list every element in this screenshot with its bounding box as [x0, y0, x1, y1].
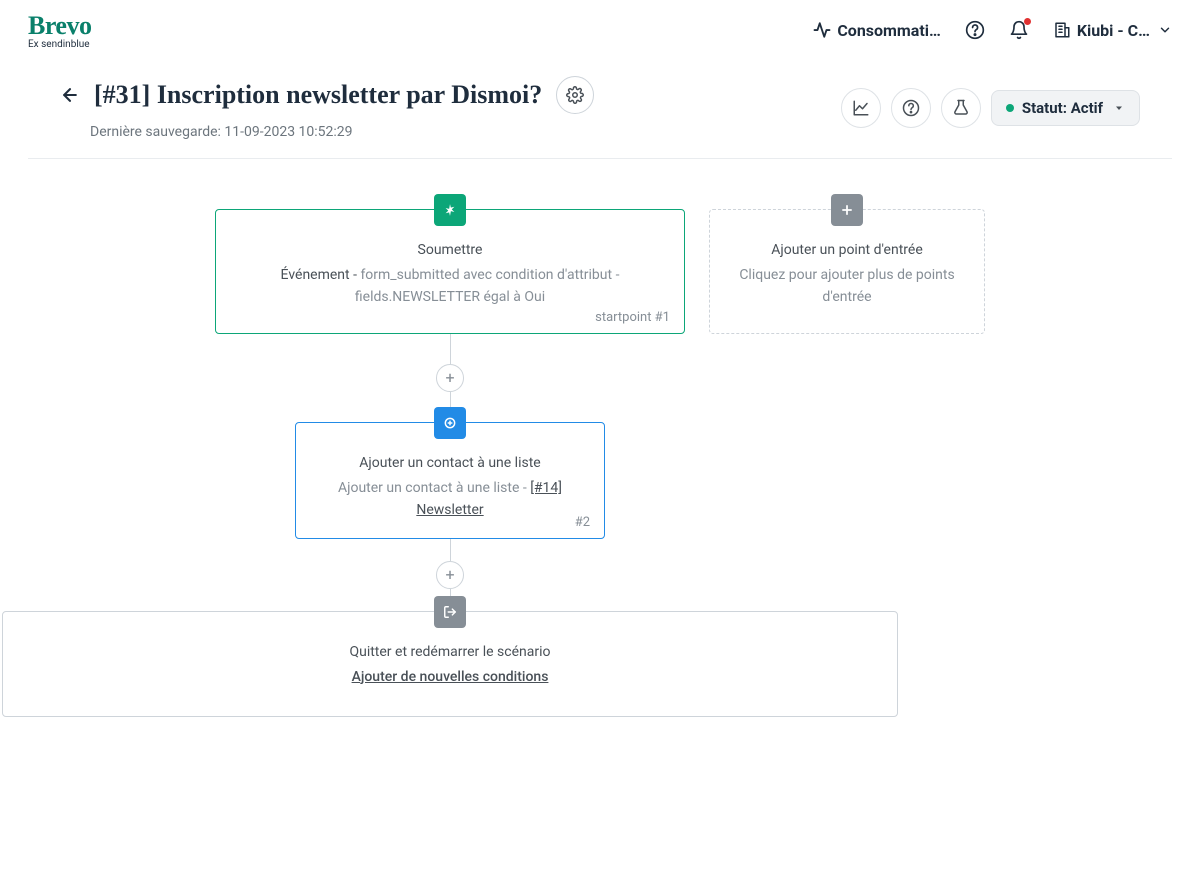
exit-node[interactable]: Quitter et redémarrer le scénario Ajoute… — [2, 611, 898, 717]
add-conditions-link[interactable]: Ajouter de nouvelles conditions — [352, 669, 549, 685]
node-title: Quitter et redémarrer le scénario — [23, 644, 877, 660]
add-step-button[interactable]: + — [436, 561, 464, 589]
back-button[interactable] — [60, 85, 80, 105]
page-title: [#31] Inscription newsletter par Dismoi? — [94, 80, 542, 110]
node-link-row: Ajouter de nouvelles conditions — [23, 666, 877, 688]
test-button[interactable] — [941, 88, 981, 128]
settings-button[interactable] — [556, 76, 594, 114]
asterisk-icon — [434, 194, 466, 226]
automation-canvas: Soumettre Événement - form_submitted ave… — [0, 159, 1200, 767]
connector: + — [0, 539, 1168, 611]
plus-circle-icon — [434, 407, 466, 439]
top-bar: Brevo Ex sendinblue Consommati… Kiubi - … — [0, 0, 1200, 56]
top-bar-right: Consommati… Kiubi - C… — [813, 20, 1172, 40]
add-entrypoint-node[interactable]: Ajouter un point d'entrée Cliquez pour a… — [709, 209, 985, 334]
brand-tagline: Ex sendinblue — [28, 39, 91, 50]
notification-dot — [1024, 18, 1031, 25]
node-title: Soumettre — [236, 242, 664, 258]
startpoint-node[interactable]: Soumettre Événement - form_submitted ave… — [215, 209, 685, 334]
exit-icon — [434, 596, 466, 628]
help-button[interactable] — [891, 88, 931, 128]
status-dropdown[interactable]: Statut: Actif — [991, 90, 1140, 126]
node-tag: startpoint #1 — [595, 310, 670, 325]
last-save-label: Dernière sauvegarde: 11-09-2023 10:52:29 — [90, 124, 594, 140]
pulse-icon — [813, 21, 831, 39]
notifications-icon[interactable] — [1009, 20, 1029, 40]
node-tag: #2 — [575, 515, 590, 530]
brand-logo[interactable]: Brevo Ex sendinblue — [28, 11, 91, 50]
add-contact-node[interactable]: Ajouter un contact à une liste Ajouter u… — [295, 422, 605, 539]
org-label: Kiubi - C… — [1077, 21, 1150, 40]
org-switcher[interactable]: Kiubi - C… — [1053, 21, 1172, 40]
add-step-button[interactable]: + — [436, 364, 464, 392]
node-description: Événement - form_submitted avec conditio… — [236, 264, 664, 309]
building-icon — [1053, 21, 1071, 39]
node-title: Ajouter un contact à une liste — [316, 455, 584, 471]
chevron-down-icon — [1158, 23, 1172, 37]
connector: + — [0, 334, 1168, 422]
chevron-down-icon — [1113, 102, 1125, 114]
node-subtitle: Cliquez pour ajouter plus de points d'en… — [730, 264, 964, 309]
plus-icon — [831, 194, 863, 226]
stats-button[interactable] — [841, 88, 881, 128]
consumption-link[interactable]: Consommati… — [813, 21, 941, 40]
status-dot-icon — [1006, 104, 1014, 112]
node-description: Ajouter un contact à une liste - [#14] N… — [316, 477, 584, 522]
consumption-label: Consommati… — [837, 21, 941, 40]
page-header: [#31] Inscription newsletter par Dismoi?… — [28, 56, 1172, 159]
help-icon[interactable] — [965, 20, 985, 40]
brand-name: Brevo — [28, 11, 91, 41]
status-label: Statut: Actif — [1022, 99, 1103, 117]
node-title: Ajouter un point d'entrée — [730, 242, 964, 258]
